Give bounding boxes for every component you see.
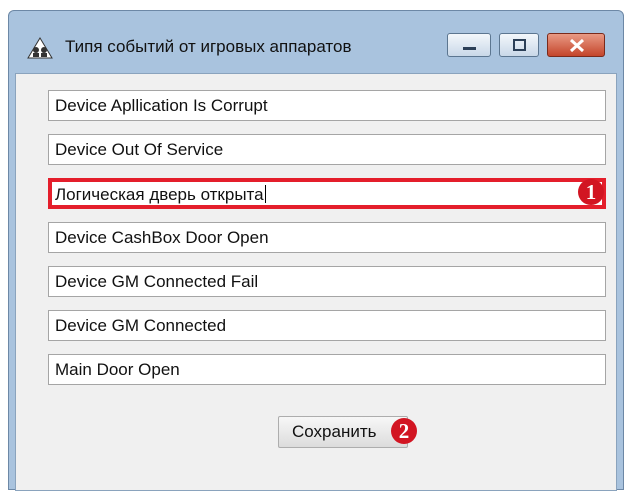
event-type-field-3[interactable]: Логическая дверь открыта [48,178,606,209]
annotation-badge-1: 1 [578,179,604,205]
text-caret [264,185,266,203]
event-type-field-1[interactable]: Device Apllication Is Corrupt [48,90,606,121]
title-bar[interactable]: Типя событий от игровых аппаратов [9,11,623,73]
event-type-field-7[interactable]: Main Door Open [48,354,606,385]
annotation-badge-2: 2 [391,418,417,444]
event-type-field-4[interactable]: Device CashBox Door Open [48,222,606,253]
dialog-window: Типя событий от игровых аппаратов Device… [8,10,624,491]
event-type-field-5[interactable]: Device GM Connected Fail [48,266,606,297]
window-title: Типя событий от игровых аппаратов [65,37,352,56]
event-type-field-3-text: Логическая дверь открыта [55,185,264,204]
dialog-client-area: Device Apllication Is Corrupt Device Out… [15,73,617,491]
event-type-field-6[interactable]: Device GM Connected [48,310,606,341]
close-button[interactable] [547,33,605,57]
maximize-button[interactable] [499,33,539,57]
users-icon [27,37,53,59]
event-type-field-2[interactable]: Device Out Of Service [48,134,606,165]
minimize-button[interactable] [447,33,491,57]
save-button[interactable]: Сохранить [278,416,408,448]
